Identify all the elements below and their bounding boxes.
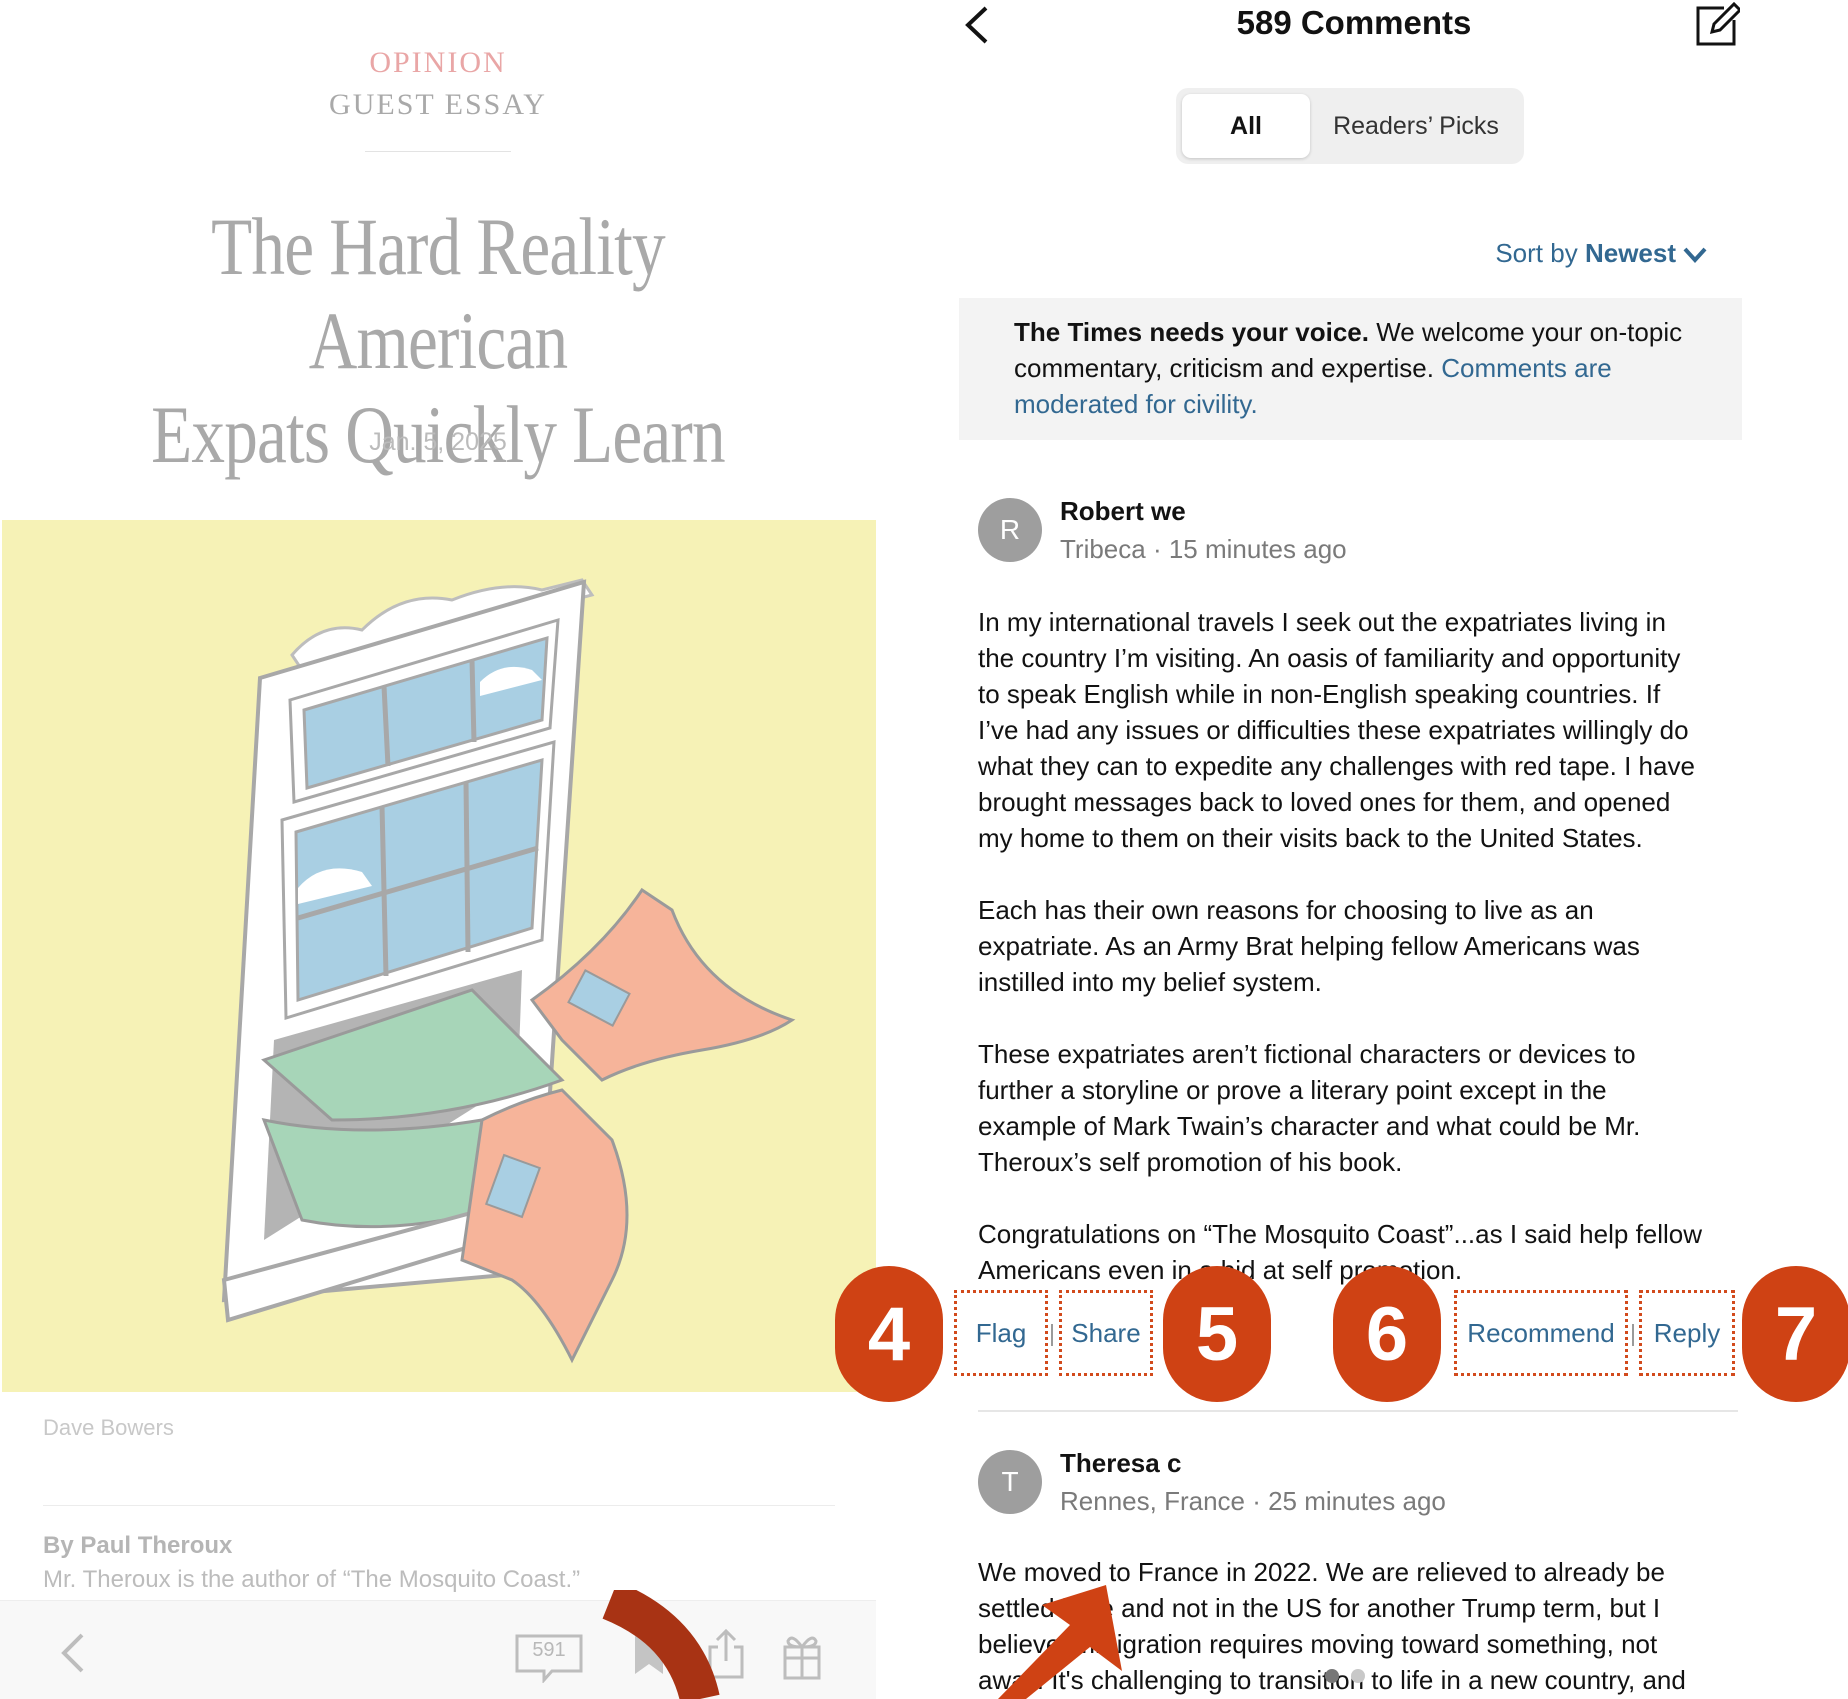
article-panel: OPINION GUEST ESSAY The Hard Reality Ame… bbox=[0, 0, 876, 1699]
comment-divider bbox=[978, 1410, 1738, 1412]
comment-filter-tabs: All Readers’ Picks bbox=[1176, 88, 1524, 164]
compose-icon[interactable] bbox=[1694, 2, 1740, 48]
author-bio: Mr. Theroux is the author of “The Mosqui… bbox=[43, 1566, 581, 1593]
action-separator bbox=[1051, 1324, 1053, 1346]
chevron-down-icon bbox=[1683, 247, 1707, 264]
action-separator bbox=[1632, 1324, 1634, 1346]
share-button[interactable]: Share bbox=[1059, 1290, 1153, 1376]
sort-dropdown[interactable]: Sort by Newest bbox=[1495, 238, 1708, 269]
kicker-divider bbox=[365, 151, 511, 152]
byline-divider bbox=[43, 1505, 835, 1506]
reply-button[interactable]: Reply bbox=[1639, 1290, 1735, 1376]
article-type-kicker: GUEST ESSAY bbox=[329, 88, 547, 121]
flag-button[interactable]: Flag bbox=[954, 1290, 1048, 1376]
comment-meta: Rennes, France · 25 minutes ago bbox=[1060, 1486, 1446, 1516]
step-badge: 7 bbox=[1742, 1266, 1848, 1402]
annotation-curve-icon bbox=[602, 1590, 720, 1699]
annotation-arrow-icon bbox=[998, 1585, 1122, 1699]
comment-meta: Tribeca · 15 minutes ago bbox=[1060, 534, 1347, 564]
comment-paragraph: These expatriates aren’t fictional chara… bbox=[978, 1039, 1641, 1177]
back-icon[interactable] bbox=[56, 1631, 96, 1675]
page-indicator-icon bbox=[1325, 1669, 1365, 1683]
avatar[interactable]: R bbox=[978, 498, 1042, 562]
notice-heading: The Times needs your voice. bbox=[1014, 317, 1369, 347]
comment-guidelines-notice: The Times needs your voice. We welcome y… bbox=[959, 298, 1742, 440]
recommend-button[interactable]: Recommend bbox=[1454, 1290, 1628, 1376]
tab-readers-picks[interactable]: Readers’ Picks bbox=[1314, 94, 1518, 158]
avatar[interactable]: T bbox=[978, 1450, 1042, 1514]
image-credit: Dave Bowers bbox=[43, 1415, 174, 1440]
gift-icon[interactable] bbox=[782, 1631, 822, 1681]
article-toolbar: 591 bbox=[0, 1600, 876, 1699]
comment-paragraph: Each has their own reasons for choosing … bbox=[978, 895, 1640, 997]
comments-panel: 589 Comments All Readers’ Picks Sort by … bbox=[876, 0, 1848, 1699]
sort-value: Newest bbox=[1584, 238, 1676, 268]
comment-body: In my international travels I seek out t… bbox=[978, 604, 1738, 1324]
comment-paragraph: In my international travels I seek out t… bbox=[978, 607, 1695, 853]
tab-all[interactable]: All bbox=[1182, 94, 1310, 158]
commenter-name[interactable]: Theresa c bbox=[1060, 1448, 1181, 1479]
comments-title: 589 Comments bbox=[1236, 4, 1472, 41]
step-badge: 6 bbox=[1333, 1266, 1441, 1402]
section-kicker: OPINION bbox=[369, 46, 507, 79]
commenter-name[interactable]: Robert we bbox=[1060, 496, 1186, 527]
headline-line-1: The Hard Reality American bbox=[211, 201, 665, 386]
byline[interactable]: By Paul Theroux bbox=[43, 1532, 232, 1560]
step-badge: 5 bbox=[1163, 1266, 1271, 1402]
comments-button[interactable]: 591 bbox=[514, 1633, 584, 1683]
comment-count: 591 bbox=[532, 1639, 566, 1661]
article-date: Jan. 5, 2025 bbox=[369, 428, 507, 456]
sort-prefix: Sort by bbox=[1495, 238, 1578, 268]
step-badge: 4 bbox=[835, 1266, 943, 1402]
article-illustration bbox=[2, 520, 876, 1392]
